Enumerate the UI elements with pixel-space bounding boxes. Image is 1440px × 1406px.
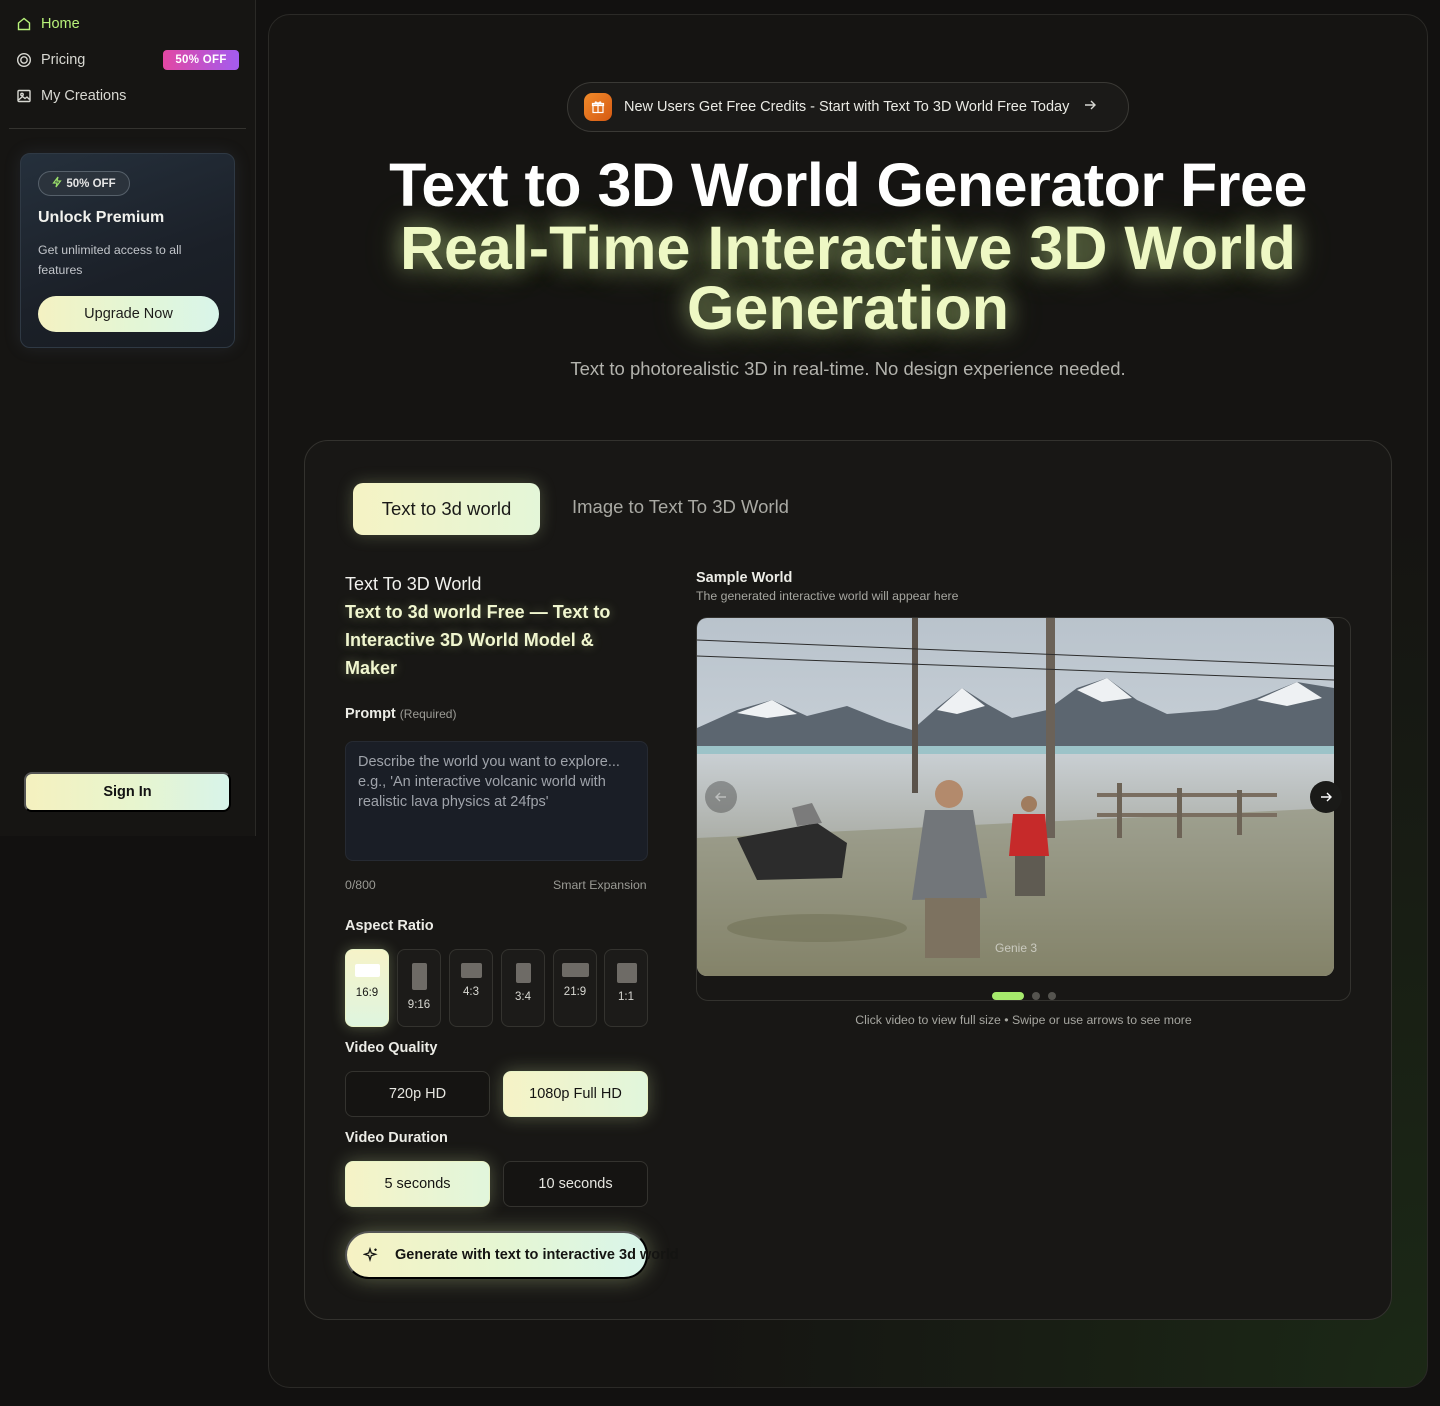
prompt-label-text: Prompt	[345, 706, 396, 722]
video-quality-label: Video Quality	[345, 1040, 438, 1056]
premium-description: Get unlimited access to all features	[38, 243, 182, 277]
announcement-text: New Users Get Free Credits - Start with …	[624, 99, 1070, 115]
slide-dot-2[interactable]	[1032, 992, 1040, 1000]
home-icon	[16, 16, 32, 32]
video-watermark: Genie 3	[995, 941, 1037, 955]
upgrade-now-button[interactable]: Upgrade Now	[38, 296, 219, 332]
quality-1080p-button[interactable]: 1080p Full HD	[503, 1071, 648, 1117]
arrow-right-icon	[1321, 792, 1332, 802]
aspect-ratio-label: Aspect Ratio	[345, 918, 434, 934]
sidebar-item-label: Pricing	[41, 52, 86, 68]
quality-720p-button[interactable]: 720p HD	[345, 1071, 490, 1117]
form-heading: Text To 3D World Text to 3d world Free —…	[345, 570, 645, 682]
sample-world-title: Sample World	[696, 570, 793, 586]
tab-image-to-3d-world[interactable]: Image to Text To 3D World	[572, 496, 789, 518]
discount-badge: 50% OFF	[163, 50, 239, 70]
premium-discount-badge: 50% OFF	[38, 171, 130, 196]
previous-slide-button[interactable]	[705, 781, 737, 813]
page-subtitle: Real-Time Interactive 3D World Generatio…	[399, 214, 1297, 342]
lightning-icon	[52, 176, 63, 191]
ratio-label: 1:1	[618, 991, 634, 1003]
ratio-shape	[516, 963, 531, 983]
ratio-label: 4:3	[463, 986, 479, 998]
gift-icon	[584, 93, 612, 121]
sidebar-item-label: My Creations	[41, 88, 127, 104]
form-heading-line2: Text to 3d world Free — Text to Interact…	[345, 602, 611, 678]
slide-dot-1[interactable]	[992, 992, 1024, 1000]
prompt-required-tag: (Required)	[399, 707, 457, 721]
ratio-shape	[562, 963, 589, 977]
sidebar: Home Pricing 50% OFF My Creations 50% OF…	[0, 0, 256, 836]
char-counter: 0/800	[345, 878, 376, 892]
ratio-shape	[617, 963, 637, 983]
premium-card: 50% OFF Unlock Premium Get unlimited acc…	[20, 153, 235, 348]
announcement-banner[interactable]: New Users Get Free Credits - Start with …	[567, 82, 1129, 132]
aspect-ratio-21-9[interactable]: 21:9	[553, 949, 597, 1027]
ratio-label: 21:9	[563, 986, 587, 998]
aspect-ratio-4-3[interactable]: 4:3	[449, 949, 493, 1027]
aspect-ratio-9-16[interactable]: 9:16	[397, 949, 441, 1027]
aspect-ratio-16-9[interactable]: 16:9	[345, 949, 389, 1027]
image-icon	[16, 88, 32, 104]
duration-10s-button[interactable]: 10 seconds	[503, 1161, 648, 1207]
generate-button[interactable]: Generate with text to interactive 3d wor…	[345, 1231, 679, 1279]
ratio-label: 9:16	[407, 999, 431, 1011]
ratio-shape	[461, 963, 482, 978]
hero-description: Text to photorealistic 3D in real-time. …	[570, 358, 1126, 379]
sidebar-item-my-creations[interactable]: My Creations	[16, 84, 126, 108]
ratio-shape	[412, 963, 427, 990]
sign-in-button[interactable]: Sign In	[24, 772, 231, 812]
prompt-input[interactable]	[345, 741, 648, 861]
premium-title: Unlock Premium	[38, 209, 165, 226]
prompt-label: Prompt (Required)	[345, 706, 456, 722]
tab-text-to-3d-world[interactable]: Text to 3d world	[353, 483, 540, 535]
video-duration-label: Video Duration	[345, 1130, 448, 1146]
form-heading-line1: Text To 3D World	[345, 574, 482, 594]
smart-expansion-toggle[interactable]: Smart Expansion	[553, 878, 647, 892]
sample-world-subtitle: The generated interactive world will app…	[696, 589, 959, 603]
aspect-ratio-1-1[interactable]: 1:1	[604, 949, 648, 1027]
duration-5s-button[interactable]: 5 seconds	[345, 1161, 490, 1207]
aspect-ratio-3-4[interactable]: 3:4	[501, 949, 545, 1027]
generate-button-label: Generate with text to interactive 3d wor…	[395, 1247, 679, 1263]
sidebar-item-label: Home	[41, 16, 80, 32]
slide-dot-3[interactable]	[1048, 992, 1056, 1000]
arrow-right-icon	[1083, 98, 1097, 116]
sparkle-icon	[363, 1247, 379, 1263]
dollar-circle-icon	[16, 52, 32, 68]
page-title: Text to 3D World Generator Free	[389, 151, 1307, 219]
ratio-label: 16:9	[355, 987, 379, 999]
next-slide-button[interactable]	[1310, 781, 1342, 813]
ratio-shape	[355, 964, 380, 977]
sidebar-item-home[interactable]: Home	[16, 12, 80, 36]
viewer-hint: Click video to view full size • Swipe or…	[855, 1013, 1192, 1027]
ratio-label: 3:4	[515, 991, 531, 1003]
premium-badge-label: 50% OFF	[66, 177, 116, 190]
sample-video-thumbnail[interactable]: Genie 3	[697, 618, 1334, 976]
arrow-left-icon	[715, 792, 726, 802]
sidebar-divider	[9, 128, 246, 129]
sidebar-item-pricing[interactable]: Pricing	[16, 48, 85, 72]
